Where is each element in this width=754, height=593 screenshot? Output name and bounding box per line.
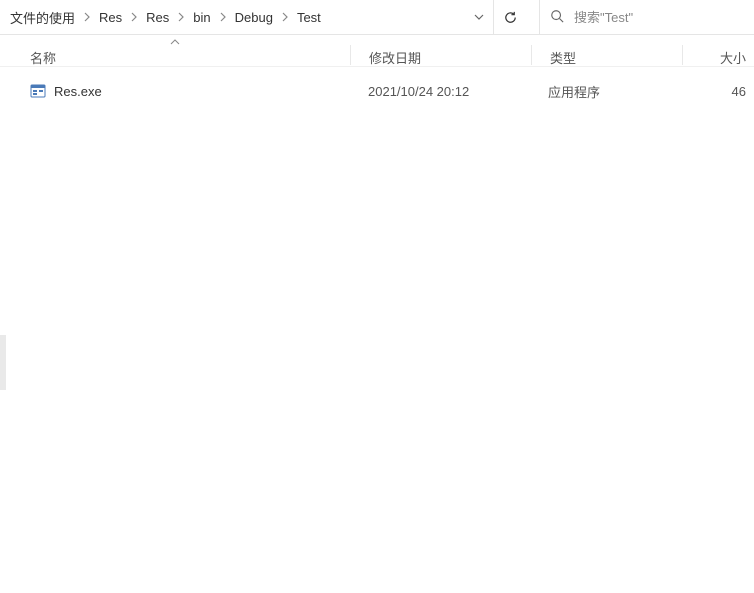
- breadcrumb-item[interactable]: Test: [291, 0, 327, 34]
- sort-ascending-icon: [170, 37, 180, 48]
- breadcrumb-item[interactable]: bin: [187, 0, 216, 34]
- address-bar: 文件的使用 Res Res bin Debug Test: [0, 0, 754, 35]
- divider: [527, 0, 539, 34]
- chevron-right-icon[interactable]: [128, 12, 140, 22]
- search-input[interactable]: [574, 10, 754, 25]
- column-label: 修改日期: [369, 48, 421, 67]
- breadcrumb-item[interactable]: Res: [93, 0, 128, 34]
- file-date: 2021/10/24 20:12: [350, 84, 530, 99]
- chevron-right-icon[interactable]: [175, 12, 187, 22]
- chevron-down-icon[interactable]: [465, 0, 493, 34]
- file-name-cell: Res.exe: [0, 83, 350, 99]
- column-header-type[interactable]: 类型: [532, 49, 682, 66]
- breadcrumb[interactable]: 文件的使用 Res Res bin Debug Test: [4, 0, 465, 34]
- breadcrumb-item[interactable]: 文件的使用: [4, 0, 81, 34]
- breadcrumb-item[interactable]: Res: [140, 0, 175, 34]
- breadcrumb-item[interactable]: Debug: [229, 0, 279, 34]
- column-headers: 名称 修改日期 类型 大小: [0, 35, 754, 67]
- refresh-button[interactable]: [493, 0, 527, 34]
- chevron-right-icon[interactable]: [81, 12, 93, 22]
- column-header-name[interactable]: 名称: [0, 49, 350, 66]
- file-row[interactable]: Res.exe 2021/10/24 20:12 应用程序 46: [0, 77, 754, 105]
- file-list: Res.exe 2021/10/24 20:12 应用程序 46: [0, 67, 754, 105]
- column-label: 名称: [30, 48, 56, 67]
- chevron-right-icon[interactable]: [217, 12, 229, 22]
- column-header-date[interactable]: 修改日期: [351, 49, 531, 66]
- search-icon: [550, 9, 564, 26]
- search-box[interactable]: [539, 0, 754, 34]
- column-label: 类型: [550, 48, 576, 67]
- column-header-size[interactable]: 大小: [683, 49, 754, 66]
- column-label: 大小: [720, 48, 746, 67]
- file-name: Res.exe: [54, 84, 102, 99]
- breadcrumb-container: 文件的使用 Res Res bin Debug Test: [0, 0, 493, 34]
- file-type: 应用程序: [530, 82, 680, 101]
- exe-file-icon: [30, 83, 46, 99]
- left-gutter: [0, 335, 6, 390]
- file-size: 46: [680, 84, 754, 99]
- chevron-right-icon[interactable]: [279, 12, 291, 22]
